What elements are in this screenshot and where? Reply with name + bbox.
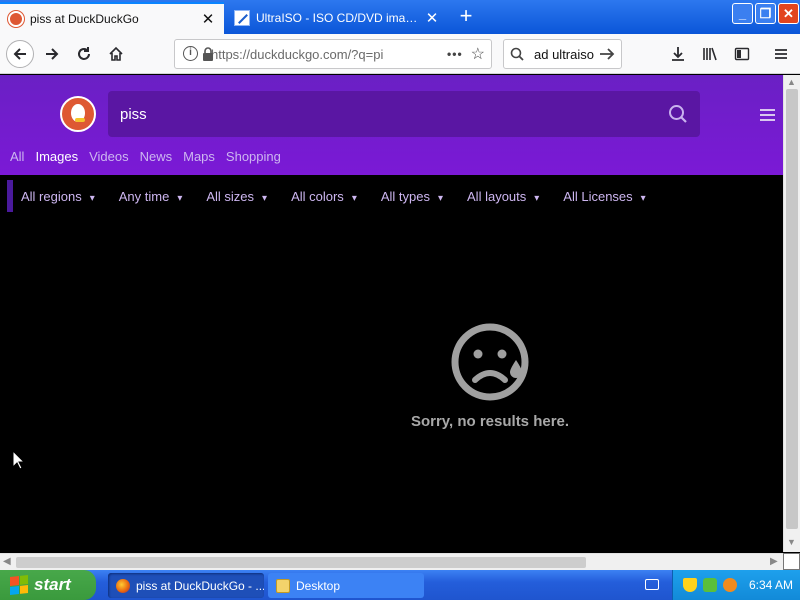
keyboard-language-icon[interactable] bbox=[645, 579, 659, 590]
horizontal-scroll-thumb[interactable] bbox=[16, 557, 586, 568]
windows-logo-icon bbox=[10, 575, 28, 595]
ddg-search-input[interactable]: piss bbox=[108, 91, 700, 137]
ddg-header: piss All Images Videos News Maps Shoppin… bbox=[0, 75, 783, 175]
clock: 6:34 AM bbox=[749, 578, 794, 592]
taskbar-item-firefox[interactable]: piss at DuckDuckGo - ... bbox=[108, 573, 264, 598]
folder-icon bbox=[276, 578, 290, 593]
start-button[interactable]: start bbox=[0, 570, 96, 600]
ddg-search-query: piss bbox=[120, 105, 147, 123]
close-window-button[interactable]: ✕ bbox=[778, 3, 799, 24]
no-results-panel: Sorry, no results here. bbox=[400, 322, 580, 430]
sidebar-icon[interactable] bbox=[728, 40, 756, 68]
ultraiso-favicon-icon bbox=[234, 10, 250, 26]
taskbar-item-label: piss at DuckDuckGo - ... bbox=[136, 578, 264, 593]
filter-sizes[interactable]: All sizes bbox=[206, 189, 267, 204]
filter-licenses[interactable]: All Licenses bbox=[563, 189, 645, 204]
filter-types[interactable]: All types bbox=[381, 189, 443, 204]
filter-colors[interactable]: All colors bbox=[291, 189, 357, 204]
navigation-toolbar: i https://duckduckgo.com/?q=pi ••• ☆ ad … bbox=[0, 34, 800, 74]
scroll-left-icon[interactable]: ◀ bbox=[3, 556, 11, 567]
taskbar-item-label: Desktop bbox=[296, 578, 341, 593]
windows-taskbar: start piss at DuckDuckGo - ... Desktop 6… bbox=[0, 570, 800, 600]
system-tray: 6:34 AM bbox=[672, 570, 800, 600]
new-tab-plus-icon[interactable]: + bbox=[454, 4, 478, 30]
tab-title: piss at DuckDuckGo bbox=[30, 12, 139, 26]
go-arrow-icon[interactable] bbox=[599, 47, 615, 61]
search-box-value: ad ultraiso bbox=[534, 46, 594, 62]
browser-search-box[interactable]: ad ultraiso bbox=[503, 39, 622, 69]
scroll-right-icon[interactable]: ▶ bbox=[770, 556, 778, 567]
vertical-scrollbar[interactable]: ▲ ▼ bbox=[783, 75, 800, 552]
duckduckgo-logo-icon[interactable] bbox=[60, 96, 96, 132]
hamburger-menu-icon[interactable] bbox=[767, 40, 795, 68]
tab-all[interactable]: All bbox=[10, 149, 24, 170]
sad-face-icon bbox=[451, 323, 529, 401]
filter-regions[interactable]: All regions bbox=[21, 189, 95, 204]
search-icon[interactable] bbox=[668, 104, 688, 124]
scrollbar-corner bbox=[783, 553, 800, 570]
close-tab-icon[interactable]: ✕ bbox=[200, 10, 216, 28]
page-actions-icon[interactable]: ••• bbox=[447, 47, 463, 61]
scroll-down-icon[interactable]: ▼ bbox=[787, 537, 796, 547]
vertical-scroll-thumb[interactable] bbox=[786, 89, 798, 529]
security-shield-icon[interactable] bbox=[683, 578, 697, 592]
back-arrow-icon[interactable] bbox=[6, 40, 34, 68]
ddg-menu-icon[interactable] bbox=[760, 109, 775, 121]
firefox-icon bbox=[116, 578, 130, 593]
url-text: https://duckduckgo.com/?q=pi bbox=[211, 46, 384, 62]
filter-bar-accent bbox=[7, 180, 13, 212]
info-icon[interactable]: i bbox=[183, 46, 198, 61]
horizontal-scrollbar[interactable]: ◀ ▶ bbox=[0, 553, 783, 570]
library-icon[interactable] bbox=[696, 40, 724, 68]
downloads-icon[interactable] bbox=[664, 40, 692, 68]
start-label: start bbox=[34, 575, 71, 594]
ddg-search-tabs: All Images Videos News Maps Shopping bbox=[10, 149, 292, 170]
home-icon[interactable] bbox=[102, 40, 130, 68]
filter-layouts[interactable]: All layouts bbox=[467, 189, 539, 204]
tab-news[interactable]: News bbox=[140, 149, 173, 170]
search-tray-icon[interactable] bbox=[723, 578, 737, 592]
reload-icon[interactable] bbox=[70, 40, 98, 68]
forward-arrow-icon[interactable] bbox=[38, 40, 66, 68]
url-bar[interactable]: i https://duckduckgo.com/?q=pi ••• ☆ bbox=[174, 39, 492, 69]
tab-ultraiso[interactable]: UltraISO - ISO CD/DVD image creator ✕ bbox=[226, 2, 448, 34]
no-results-message: Sorry, no results here. bbox=[410, 413, 570, 430]
image-filter-bar: All regions Any time All sizes All color… bbox=[0, 176, 783, 216]
tab-maps[interactable]: Maps bbox=[183, 149, 215, 170]
restore-window-button[interactable]: ❐ bbox=[755, 3, 776, 24]
bookmark-star-icon[interactable]: ☆ bbox=[471, 44, 485, 64]
duckduckgo-favicon-icon bbox=[8, 11, 24, 27]
minimize-window-button[interactable]: _ bbox=[732, 3, 753, 24]
tab-shopping[interactable]: Shopping bbox=[226, 149, 281, 170]
tab-duckduckgo[interactable]: piss at DuckDuckGo ✕ bbox=[0, 2, 224, 34]
close-tab-icon[interactable]: ✕ bbox=[424, 9, 440, 27]
taskbar-item-desktop[interactable]: Desktop bbox=[268, 573, 424, 598]
lock-icon bbox=[202, 47, 214, 61]
browser-tab-strip: piss at DuckDuckGo ✕ UltraISO - ISO CD/D… bbox=[0, 0, 800, 34]
network-icon[interactable] bbox=[703, 578, 717, 592]
scroll-up-icon[interactable]: ▲ bbox=[787, 77, 796, 87]
tab-videos[interactable]: Videos bbox=[89, 149, 129, 170]
tab-images[interactable]: Images bbox=[35, 149, 78, 170]
filter-time[interactable]: Any time bbox=[119, 189, 183, 204]
tab-title: UltraISO - ISO CD/DVD image creator bbox=[256, 11, 424, 25]
search-icon bbox=[510, 47, 524, 61]
mouse-pointer-icon bbox=[12, 450, 24, 470]
